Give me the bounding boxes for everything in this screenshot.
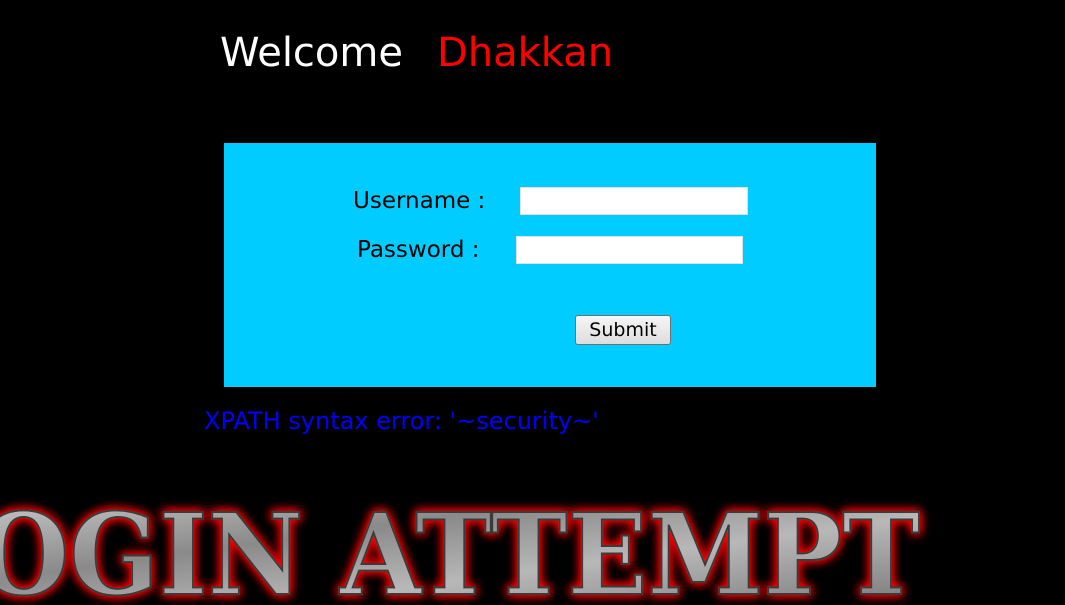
password-input[interactable] [516,236,743,264]
username-input[interactable] [520,187,748,215]
login-form: Username : Password : Submit [224,143,876,387]
password-label: Password : [357,237,480,263]
welcome-heading: Welcome Dhakkan [220,28,613,78]
welcome-text: Welcome [220,30,403,76]
banner-text: OGIN ATTEMPT [0,492,920,605]
error-message: XPATH syntax error: '~security~' [204,407,599,435]
banner-graphic: OGIN ATTEMPT [0,492,921,605]
login-page: Welcome Dhakkan Username : Password : Sub… [0,0,1065,605]
welcome-username: Dhakkan [436,30,614,76]
username-label: Username : [353,188,486,214]
login-attempt-banner: OGIN ATTEMPT [0,492,1065,605]
submit-button[interactable]: Submit [575,315,671,345]
